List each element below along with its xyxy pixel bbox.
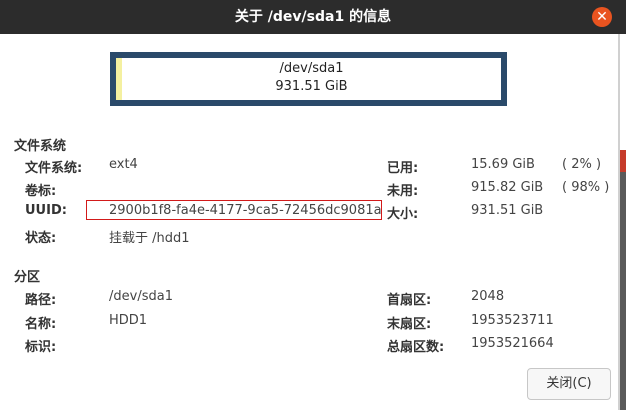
status-value: 挂载于 /hdd1 — [109, 231, 190, 246]
window-title: 关于 /dev/sda1 的信息 — [234, 9, 392, 25]
background-window-edge — [620, 34, 626, 150]
usage-bar-inner: /dev/sda1 931.51 GiB — [122, 58, 501, 100]
usage-device: /dev/sda1 — [279, 61, 344, 76]
status-label: 状态: — [25, 231, 57, 246]
filesystem-heading: 文件系统 — [14, 139, 67, 154]
total-sectors-value: 1953521664 — [471, 336, 554, 351]
size-value: 931.51 GiB — [471, 203, 544, 218]
last-sector-label: 末扇区: — [387, 317, 432, 332]
unused-value: 915.82 GiB — [471, 180, 544, 195]
volume-label-label: 卷标: — [25, 184, 57, 199]
first-sector-label: 首扇区: — [387, 293, 432, 308]
background-window-dark — [620, 172, 626, 410]
background-window-accent — [620, 150, 626, 172]
title-bar: 关于 /dev/sda1 的信息 ✕ — [0, 0, 626, 34]
used-label: 已用: — [387, 161, 419, 176]
fs-type-value: ext4 — [109, 157, 138, 172]
used-value: 15.69 GiB — [471, 157, 535, 172]
name-label: 名称: — [25, 317, 57, 332]
dialog-border — [618, 34, 620, 410]
last-sector-value: 1953523711 — [471, 313, 554, 328]
name-value: HDD1 — [109, 313, 148, 328]
usage-size: 931.51 GiB — [275, 79, 348, 94]
unused-percent: ( 98% ) — [562, 180, 610, 195]
partition-usage-bar: /dev/sda1 931.51 GiB — [110, 52, 507, 106]
total-sectors-label: 总扇区数: — [387, 340, 445, 355]
unused-label: 未用: — [387, 184, 419, 199]
partition-heading: 分区 — [14, 270, 41, 285]
uuid-value[interactable]: 2900b1f8-fa4e-4177-9ca5-72456dc9081a — [109, 203, 382, 218]
used-percent: ( 2% ) — [562, 157, 602, 172]
uuid-label: UUID: — [25, 203, 67, 218]
path-label: 路径: — [25, 293, 57, 308]
flags-label: 标识: — [25, 340, 57, 355]
first-sector-value: 2048 — [471, 289, 505, 304]
path-value: /dev/sda1 — [109, 289, 173, 304]
size-label: 大小: — [387, 207, 419, 222]
close-icon[interactable]: ✕ — [592, 7, 612, 27]
fs-type-label: 文件系统: — [25, 161, 83, 176]
close-button[interactable]: 关闭(C) — [527, 368, 611, 400]
